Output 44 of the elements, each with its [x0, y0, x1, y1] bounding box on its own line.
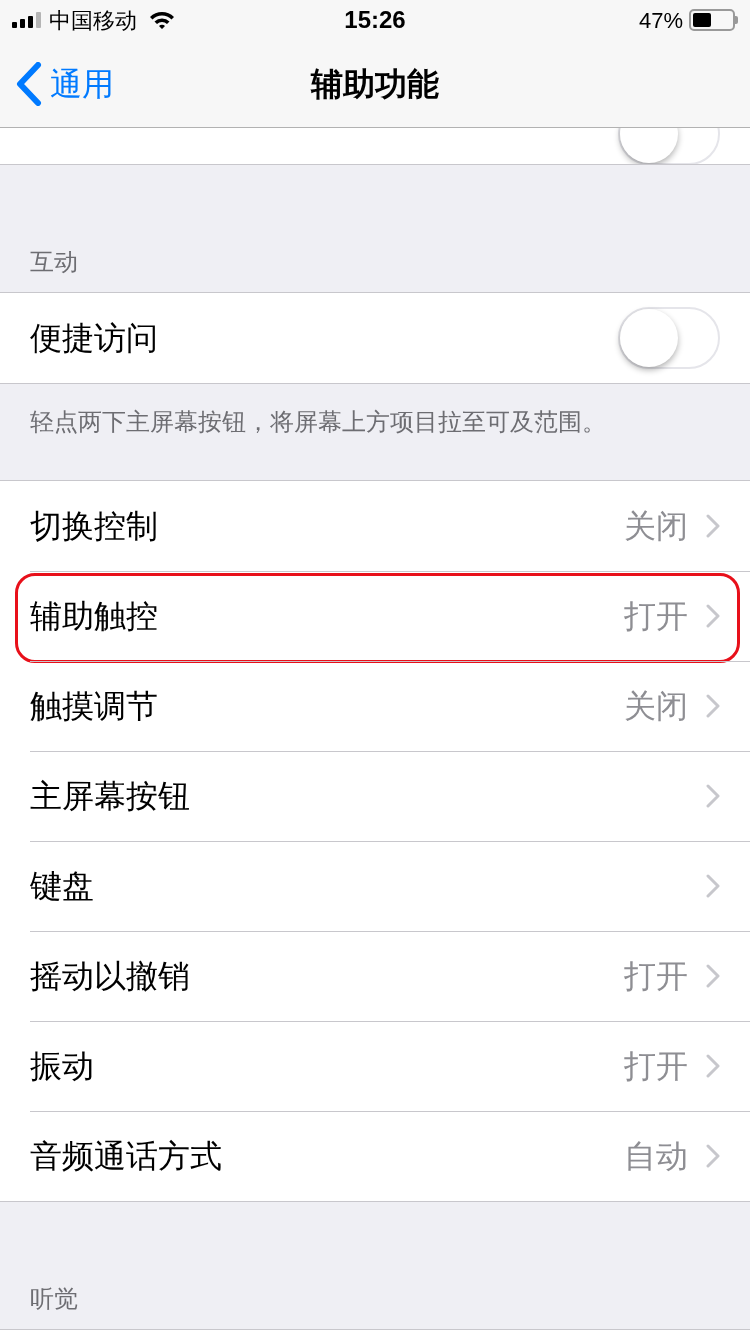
row-label: 振动	[30, 1047, 94, 1086]
wifi-icon	[149, 10, 175, 30]
row-label: 主屏幕按钮	[30, 777, 190, 816]
chevron-icon	[706, 964, 720, 988]
section-footer: 轻点两下主屏幕按钮，将屏幕上方项目拉至可及范围。	[30, 404, 720, 440]
chevron-icon	[706, 694, 720, 718]
back-chevron-icon	[16, 62, 42, 106]
clock-time: 15:26	[343, 5, 407, 35]
back-button[interactable]: 通用	[0, 60, 114, 108]
settings-row[interactable]: 摇动以撤销 打开	[0, 931, 750, 1021]
settings-row[interactable]: 切换控制 关闭	[0, 481, 750, 571]
row-label: 键盘	[30, 867, 94, 906]
section-header: 互动	[30, 247, 78, 277]
row-label: 切换控制	[30, 507, 158, 546]
row-value: 打开	[624, 597, 688, 636]
section-header: 听觉	[30, 1284, 78, 1314]
signal-icon	[12, 12, 41, 28]
settings-row[interactable]: 便捷访问	[0, 293, 750, 383]
chevron-icon	[706, 874, 720, 898]
toggle-switch[interactable]	[618, 307, 720, 369]
settings-row[interactable]: 振动 打开	[0, 1021, 750, 1111]
row-label: 辅助触控	[30, 597, 158, 636]
row-label: 触摸调节	[30, 687, 158, 726]
row-value: 关闭	[624, 687, 688, 726]
chevron-icon	[706, 1054, 720, 1078]
carrier-name: 中国移动	[49, 6, 137, 35]
battery-icon	[689, 9, 738, 31]
battery-percent: 47%	[638, 6, 683, 35]
row-label: 便捷访问	[30, 319, 158, 358]
row-value: 打开	[624, 1047, 688, 1086]
settings-row[interactable]: 触摸调节 关闭	[0, 661, 750, 751]
settings-row[interactable]: 主屏幕按钮	[0, 751, 750, 841]
row-value: 关闭	[624, 507, 688, 546]
chevron-icon	[706, 514, 720, 538]
chevron-icon	[706, 1144, 720, 1168]
row-value: 自动	[624, 1137, 688, 1176]
chevron-icon	[706, 604, 720, 628]
row-label: 音频通话方式	[30, 1137, 222, 1176]
row-label: 摇动以撤销	[30, 957, 190, 996]
chevron-icon	[706, 784, 720, 808]
page-title: 辅助功能	[309, 65, 440, 104]
row-value: 打开	[624, 957, 688, 996]
settings-row[interactable]: 键盘	[0, 841, 750, 931]
settings-row[interactable]: 音频通话方式 自动	[0, 1111, 750, 1201]
